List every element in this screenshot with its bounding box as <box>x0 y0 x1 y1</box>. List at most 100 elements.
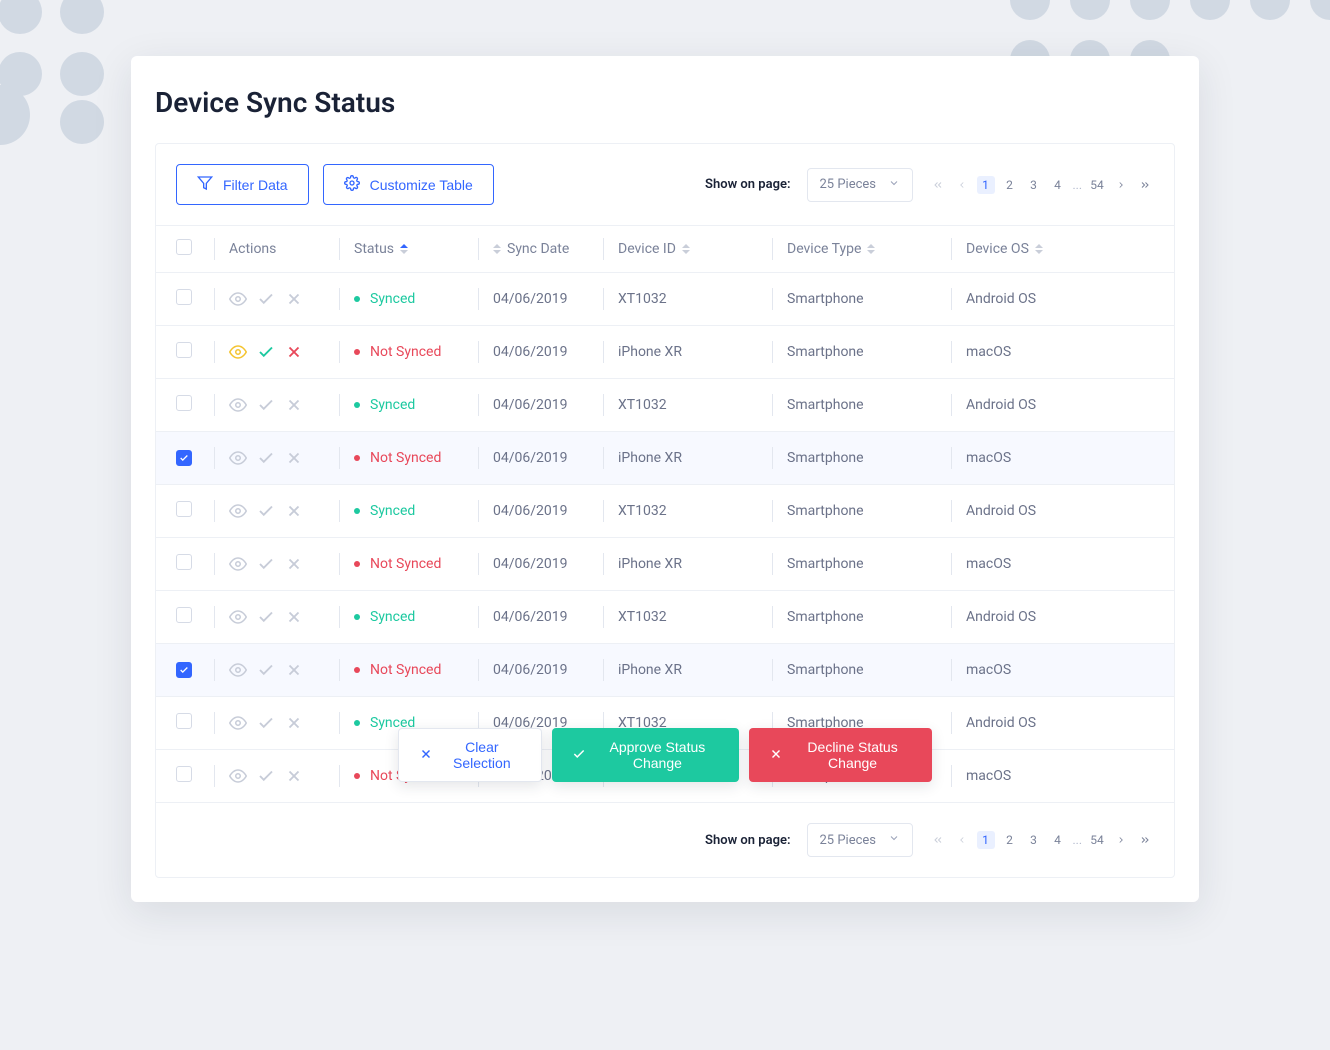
customize-button[interactable]: Customize Table <box>323 164 494 205</box>
eye-icon[interactable] <box>229 661 247 679</box>
check-icon[interactable] <box>257 555 275 573</box>
device-os: Android OS <box>966 291 1086 307</box>
check-icon[interactable] <box>257 714 275 732</box>
page-first-icon[interactable] <box>929 176 947 194</box>
page-first-icon[interactable] <box>929 831 947 849</box>
table-header: Actions Status Sync Date Device ID Devic… <box>156 226 1174 273</box>
eye-icon[interactable] <box>229 767 247 785</box>
filter-icon <box>197 175 213 194</box>
page-3[interactable]: 3 <box>1025 176 1043 194</box>
device-type: Smartphone <box>787 344 937 360</box>
table-row: Not Synced04/06/2019iPhone XRSmartphonem… <box>156 538 1174 591</box>
x-icon[interactable] <box>285 555 303 573</box>
check-icon[interactable] <box>257 661 275 679</box>
x-icon[interactable] <box>285 290 303 308</box>
row-checkbox[interactable] <box>176 395 192 411</box>
x-icon[interactable] <box>285 661 303 679</box>
show-on-page-label-bottom: Show on page: <box>705 833 790 848</box>
eye-icon[interactable] <box>229 714 247 732</box>
row-checkbox[interactable] <box>176 450 192 466</box>
check-icon[interactable] <box>257 396 275 414</box>
page-2[interactable]: 2 <box>1001 831 1019 849</box>
check-icon[interactable] <box>257 449 275 467</box>
status-text: Synced <box>370 291 415 307</box>
sync-date: 04/06/2019 <box>493 291 589 307</box>
page-last-number[interactable]: 54 <box>1088 831 1106 849</box>
col-sync-date[interactable]: Sync Date <box>493 241 589 257</box>
x-icon[interactable] <box>285 343 303 361</box>
check-icon[interactable] <box>257 608 275 626</box>
page-prev-icon[interactable] <box>953 176 971 194</box>
col-actions[interactable]: Actions <box>229 241 325 257</box>
page-3[interactable]: 3 <box>1025 831 1043 849</box>
eye-icon[interactable] <box>229 555 247 573</box>
status-dot <box>354 720 360 726</box>
device-os: Android OS <box>966 715 1086 731</box>
sync-date: 04/06/2019 <box>493 450 589 466</box>
bottom-bar: Show on page: 25 Pieces 1 2 3 4 ... <box>156 803 1174 877</box>
x-icon[interactable] <box>285 502 303 520</box>
eye-icon[interactable] <box>229 502 247 520</box>
row-checkbox[interactable] <box>176 607 192 623</box>
x-icon[interactable] <box>285 608 303 626</box>
page-4[interactable]: 4 <box>1049 831 1067 849</box>
row-checkbox[interactable] <box>176 662 192 678</box>
device-type: Smartphone <box>787 397 937 413</box>
row-checkbox[interactable] <box>176 766 192 782</box>
row-checkbox[interactable] <box>176 554 192 570</box>
row-checkbox[interactable] <box>176 289 192 305</box>
chevron-down-icon <box>888 832 900 848</box>
row-checkbox[interactable] <box>176 342 192 358</box>
sync-date: 04/06/2019 <box>493 609 589 625</box>
close-icon <box>419 747 433 764</box>
page-last-icon[interactable] <box>1136 176 1154 194</box>
col-device-os[interactable]: Device OS <box>966 241 1086 257</box>
x-icon[interactable] <box>285 396 303 414</box>
decline-button[interactable]: Decline Status Change <box>749 728 932 782</box>
x-icon[interactable] <box>285 449 303 467</box>
check-icon[interactable] <box>257 767 275 785</box>
page-prev-icon[interactable] <box>953 831 971 849</box>
sync-date: 04/06/2019 <box>493 344 589 360</box>
page-1[interactable]: 1 <box>977 176 995 194</box>
col-status[interactable]: Status <box>354 241 464 257</box>
status-text: Synced <box>370 397 415 413</box>
toolbar-right: Show on page: 25 Pieces 1 2 <box>705 168 1154 202</box>
col-device-id[interactable]: Device ID <box>618 241 758 257</box>
status-dot <box>354 561 360 567</box>
page-1[interactable]: 1 <box>977 831 995 849</box>
page-size-select[interactable]: 25 Pieces <box>807 168 913 202</box>
page-next-icon[interactable] <box>1112 176 1130 194</box>
check-icon[interactable] <box>257 343 275 361</box>
page-last-icon[interactable] <box>1136 831 1154 849</box>
page-2[interactable]: 2 <box>1001 176 1019 194</box>
page-size-select-bottom[interactable]: 25 Pieces <box>807 823 913 857</box>
check-icon[interactable] <box>257 290 275 308</box>
row-checkbox[interactable] <box>176 501 192 517</box>
eye-icon[interactable] <box>229 290 247 308</box>
x-icon[interactable] <box>285 714 303 732</box>
filter-button[interactable]: Filter Data <box>176 164 309 205</box>
eye-icon[interactable] <box>229 608 247 626</box>
sort-icon <box>867 243 875 255</box>
eye-icon[interactable] <box>229 449 247 467</box>
clear-selection-button[interactable]: Clear Selection <box>398 728 542 782</box>
customize-label: Customize Table <box>370 177 473 193</box>
status-dot <box>354 402 360 408</box>
device-id: iPhone XR <box>618 556 758 572</box>
eye-icon[interactable] <box>229 343 247 361</box>
table-row: Not Synced04/06/2019iPhone XRSmartphonem… <box>156 326 1174 379</box>
approve-button[interactable]: Approve Status Change <box>552 728 740 782</box>
col-device-type[interactable]: Device Type <box>787 241 937 257</box>
x-icon[interactable] <box>285 767 303 785</box>
eye-icon[interactable] <box>229 396 247 414</box>
device-os: macOS <box>966 556 1086 572</box>
select-all-checkbox[interactable] <box>176 239 192 255</box>
row-checkbox[interactable] <box>176 713 192 729</box>
toolbar-left: Filter Data Customize Table <box>176 164 494 205</box>
page-4[interactable]: 4 <box>1049 176 1067 194</box>
page-next-icon[interactable] <box>1112 831 1130 849</box>
check-icon[interactable] <box>257 502 275 520</box>
approve-label: Approve Status Change <box>596 739 720 771</box>
page-last-number[interactable]: 54 <box>1088 176 1106 194</box>
